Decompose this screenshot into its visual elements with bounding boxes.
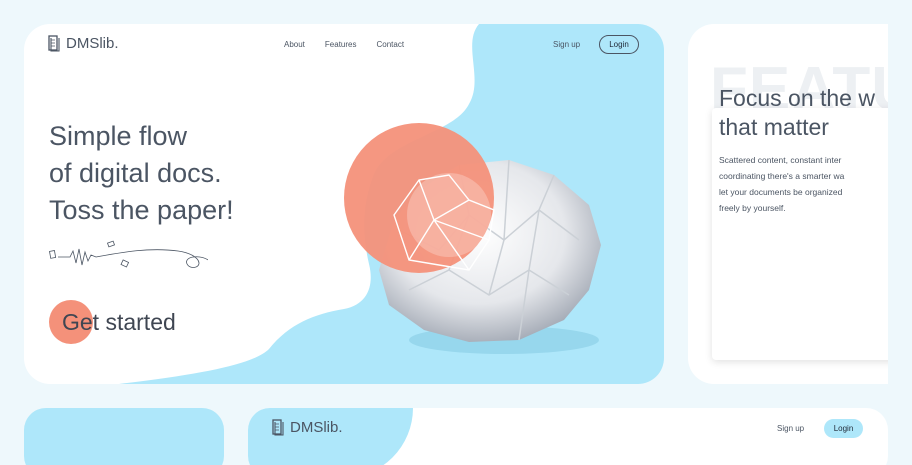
document-stack-icon bbox=[48, 35, 60, 52]
hero-card: DMSlib. About Features Contact Sign up L… bbox=[24, 24, 664, 384]
nav-features-link[interactable]: Features bbox=[325, 40, 357, 49]
crumpled-paper-illustration bbox=[344, 123, 601, 354]
features-body-line-2: coordinating there's a smarter wa bbox=[719, 171, 845, 181]
get-started-button[interactable]: Get started bbox=[49, 300, 176, 344]
logo[interactable]: DMSlib. bbox=[48, 35, 119, 52]
features-title-line-1: Focus on the w bbox=[719, 85, 875, 111]
features-title: Focus on the w that matter bbox=[719, 84, 875, 142]
nav-about-link[interactable]: About bbox=[284, 40, 305, 49]
signup-link[interactable]: Sign up bbox=[553, 40, 580, 49]
features-body-line-1: Scattered content, constant inter bbox=[719, 155, 842, 165]
features-body-text: Scattered content, constant inter coordi… bbox=[719, 152, 844, 216]
hero-headline: Simple flow of digital docs. Toss the pa… bbox=[49, 118, 234, 229]
bottom-login-button[interactable]: Login bbox=[824, 419, 863, 438]
document-stack-icon bbox=[272, 419, 284, 436]
headline-line-1: Simple flow bbox=[49, 121, 188, 151]
features-title-line-2: that matter bbox=[719, 114, 829, 140]
headline-line-2: of digital docs. bbox=[49, 158, 222, 188]
nav-contact-link[interactable]: Contact bbox=[376, 40, 404, 49]
bottom-blue-shape bbox=[248, 408, 413, 465]
login-button[interactable]: Login bbox=[599, 35, 639, 54]
bottom-signup-link[interactable]: Sign up bbox=[777, 424, 804, 433]
paper-doodle-illustration bbox=[49, 240, 208, 268]
features-body-line-3: let your documents be organized bbox=[719, 187, 843, 197]
get-started-label: Get started bbox=[62, 308, 176, 335]
features-panel bbox=[712, 108, 888, 360]
bottom-logo-text: DMSlib. bbox=[290, 419, 343, 436]
bottom-header-card: DMSlib. Sign up Login bbox=[248, 408, 888, 465]
bottom-logo[interactable]: DMSlib. bbox=[272, 419, 343, 436]
main-nav: About Features Contact bbox=[284, 40, 404, 49]
logo-text: DMSlib. bbox=[66, 35, 119, 52]
headline-line-3: Toss the paper! bbox=[49, 195, 234, 225]
features-card: FEATU Focus on the w that matter Scatter… bbox=[688, 24, 888, 384]
features-body-line-4: freely by yourself. bbox=[719, 203, 786, 213]
bottom-left-card bbox=[24, 408, 224, 465]
